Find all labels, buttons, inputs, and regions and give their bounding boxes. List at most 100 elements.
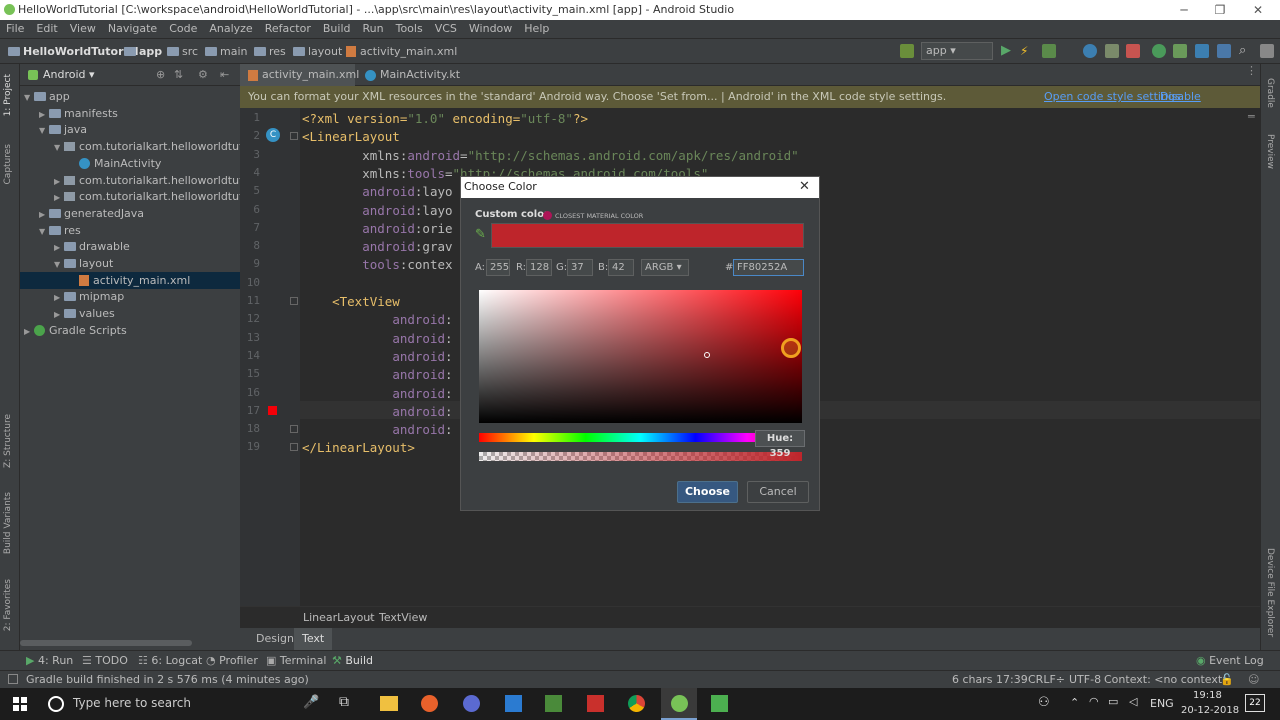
menu-help[interactable]: Help xyxy=(518,20,555,38)
menu-analyze[interactable]: Analyze xyxy=(203,20,258,38)
maximize-button[interactable]: ❐ xyxy=(1200,0,1240,20)
project-structure-icon[interactable] xyxy=(1217,44,1231,58)
crumb-linearlayout[interactable]: LinearLayout xyxy=(303,607,375,629)
code-line[interactable]: android: xyxy=(302,331,452,346)
collapsed-arrow-icon[interactable]: ▶ xyxy=(24,323,34,340)
tree-item[interactable]: ▶ manifests xyxy=(20,105,240,122)
menu-view[interactable]: View xyxy=(64,20,102,38)
collapsed-arrow-icon[interactable]: ▶ xyxy=(54,189,64,206)
menu-tools[interactable]: Tools xyxy=(390,20,429,38)
tool-captures[interactable]: Captures xyxy=(3,144,13,184)
code-line[interactable]: android: xyxy=(302,349,452,364)
color-swatch-gutter-icon[interactable] xyxy=(268,406,277,415)
volume-icon[interactable]: ◁ xyxy=(1129,695,1137,708)
people-icon[interactable]: ⚇ xyxy=(1038,695,1050,710)
class-gutter-icon[interactable]: C xyxy=(266,128,280,142)
settings-gear-icon[interactable]: ⚙ xyxy=(198,64,208,86)
collapsed-arrow-icon[interactable]: ▶ xyxy=(39,106,49,123)
avd-manager-icon[interactable] xyxy=(1173,44,1187,58)
context-indicator[interactable]: Context: <no context> xyxy=(1104,671,1231,688)
search-icon[interactable]: ⌕ xyxy=(1239,44,1253,58)
file-explorer-icon[interactable] xyxy=(380,696,398,711)
collapsed-arrow-icon[interactable]: ▶ xyxy=(54,173,64,190)
task-view-icon[interactable]: ⧉ xyxy=(339,694,349,710)
code-line[interactable]: </LinearLayout> xyxy=(302,440,415,455)
tree-item[interactable]: ▶ com.tutorialkart.helloworldtutorial ( xyxy=(20,172,275,190)
run-config-select[interactable]: app ▾ xyxy=(921,42,993,60)
red-field[interactable]: 128 xyxy=(526,259,552,276)
eclipse-icon[interactable] xyxy=(463,695,480,712)
battery-icon[interactable]: ▭ xyxy=(1108,695,1118,708)
sync-scroll-icon[interactable]: ⊕ xyxy=(156,64,165,86)
run-icon[interactable]: ▶ xyxy=(1001,44,1015,58)
file-encoding[interactable]: UTF-8 xyxy=(1069,671,1101,688)
tool-logcat[interactable]: ☷ 6: Logcat xyxy=(138,651,202,670)
apply-changes-icon[interactable]: ⚡ xyxy=(1020,44,1034,58)
tool-gradle[interactable]: Gradle xyxy=(1265,78,1275,108)
tool-structure[interactable]: Z: Structure xyxy=(3,414,13,468)
code-line[interactable]: android: xyxy=(302,367,452,382)
menu-edit[interactable]: Edit xyxy=(30,20,63,38)
vscode-icon[interactable] xyxy=(505,695,522,712)
expanded-arrow-icon[interactable]: ▼ xyxy=(24,89,34,106)
tab-text[interactable]: Text xyxy=(294,628,333,650)
project-view-select[interactable]: Android ▾ xyxy=(43,64,95,86)
lock-icon[interactable]: 🔓 xyxy=(1220,671,1234,688)
tree-item[interactable]: ▼ res xyxy=(20,222,240,239)
inspector-icon[interactable]: ☺ xyxy=(1248,671,1259,688)
collapsed-arrow-icon[interactable]: ▶ xyxy=(39,206,49,223)
line-separator[interactable]: CRLF÷ xyxy=(1028,671,1065,688)
tool-windows-icon[interactable] xyxy=(8,674,18,684)
tree-item[interactable]: ▶ Gradle Scripts xyxy=(20,322,240,339)
code-line[interactable]: android:grav xyxy=(302,239,452,254)
menu-file[interactable]: File xyxy=(0,20,30,38)
tool-todo[interactable]: ☰ TODO xyxy=(82,651,128,670)
tree-item[interactable]: ▶ values xyxy=(20,305,240,322)
hex-field[interactable]: FF80252A xyxy=(733,259,804,276)
green-field[interactable]: 37 xyxy=(567,259,593,276)
tab-activity-main-xml[interactable]: activity_main.xml × xyxy=(240,64,359,103)
taskbar-search[interactable]: Type here to search xyxy=(73,696,191,710)
crumb-main[interactable]: main xyxy=(205,39,247,64)
expanded-arrow-icon[interactable]: ▼ xyxy=(39,122,49,139)
tool-build[interactable]: ⚒ Build xyxy=(332,651,373,670)
crumb-app[interactable]: app xyxy=(124,39,162,64)
tab-mainactivity-kt[interactable]: MainActivity.kt × xyxy=(358,64,470,103)
notifications-icon[interactable]: 22 xyxy=(1245,694,1265,712)
tool-profiler[interactable]: ◔ Profiler xyxy=(206,651,258,670)
collapsed-arrow-icon[interactable]: ▶ xyxy=(54,289,64,306)
code-line[interactable]: android: xyxy=(302,404,452,419)
code-line[interactable]: tools:contex xyxy=(302,257,452,272)
code-line[interactable]: android:layo xyxy=(302,203,452,218)
code-line[interactable]: android:orie xyxy=(302,221,452,236)
tree-item[interactable]: ▼ layout xyxy=(20,255,240,272)
account-icon[interactable] xyxy=(1260,44,1274,58)
green-app-icon[interactable] xyxy=(711,695,728,712)
wifi-icon[interactable]: ◠ xyxy=(1089,695,1099,708)
firefox-icon[interactable] xyxy=(421,695,438,712)
expanded-arrow-icon[interactable]: ▼ xyxy=(39,223,49,240)
stop-icon[interactable] xyxy=(1126,44,1140,58)
make-project-icon[interactable] xyxy=(900,44,914,58)
attach-debugger-icon[interactable] xyxy=(1105,44,1119,58)
tool-preview[interactable]: Preview xyxy=(1265,134,1275,169)
fold-marker-icon[interactable] xyxy=(290,132,298,141)
tool-build-variants[interactable]: Build Variants xyxy=(3,492,13,554)
tree-item[interactable]: ▼ com.tutorialkart.helloworldtutorial xyxy=(20,138,268,155)
sync-gradle-icon[interactable] xyxy=(1152,44,1166,58)
tree-item[interactable]: ▶ mipmap xyxy=(20,288,240,305)
close-dialog-icon[interactable]: ✕ xyxy=(799,177,810,197)
menu-refactor[interactable]: Refactor xyxy=(259,20,317,38)
tool-device-file-explorer[interactable]: Device File Explorer xyxy=(1265,548,1275,637)
code-line[interactable]: android: xyxy=(302,422,452,437)
crumb-layout[interactable]: layout xyxy=(293,39,342,64)
code-line[interactable]: xmlns:android="http://schemas.android.co… xyxy=(302,148,799,163)
status-message[interactable]: Gradle build finished in 2 s 576 ms (4 m… xyxy=(26,671,309,688)
collapse-all-icon[interactable]: ⇅ xyxy=(174,64,183,86)
sdk-manager-icon[interactable] xyxy=(1195,44,1209,58)
color-mode-select[interactable]: ARGB ▾ xyxy=(641,259,689,276)
sv-cursor[interactable] xyxy=(704,352,710,358)
code-line[interactable]: <TextView xyxy=(302,294,400,309)
blue-field[interactable]: 42 xyxy=(608,259,634,276)
tree-item[interactable]: ▼ app xyxy=(20,88,240,105)
